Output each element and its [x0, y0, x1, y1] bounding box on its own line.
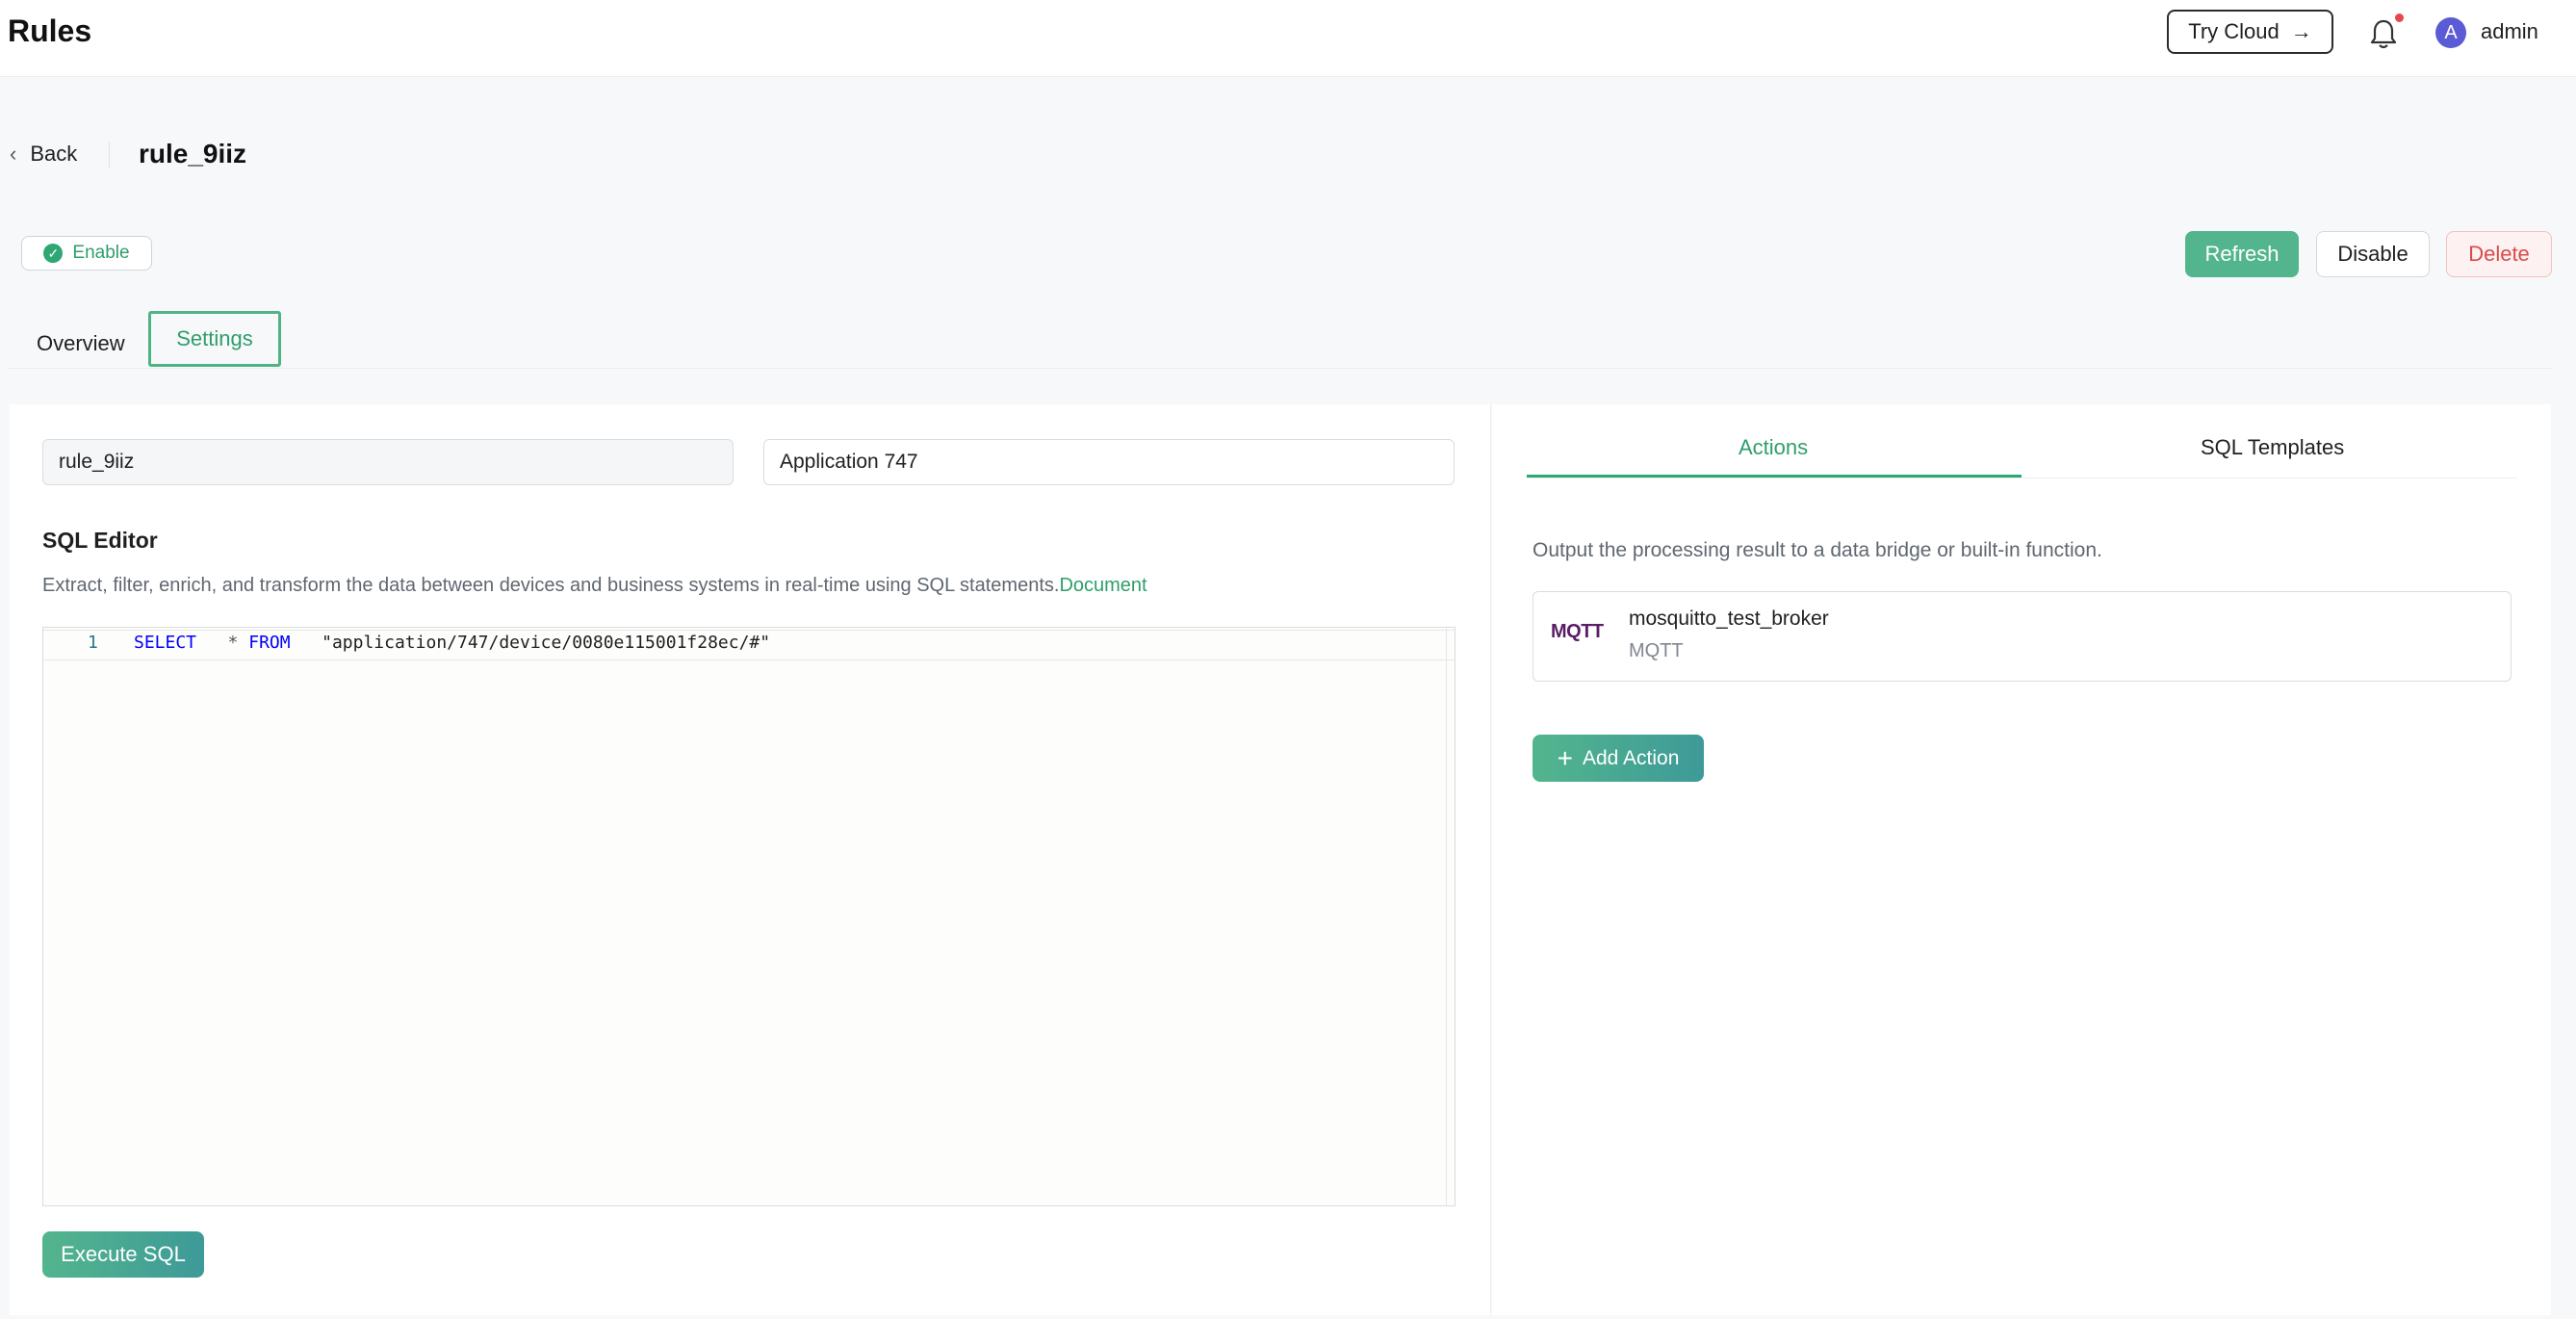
status-badge: ✓ Enable	[21, 236, 152, 271]
chevron-left-icon: ‹	[10, 142, 17, 166]
back-label: Back	[30, 142, 78, 166]
action-name: mosquitto_test_broker	[1629, 608, 1829, 630]
sql-star: *	[227, 633, 239, 653]
status-label: Enable	[72, 243, 130, 263]
username[interactable]: admin	[2481, 19, 2538, 44]
refresh-button[interactable]: Refresh	[2185, 231, 2299, 277]
output-description: Output the processing result to a data b…	[1533, 539, 2102, 561]
tab-actions[interactable]: Actions	[1739, 435, 1808, 460]
editor-scrollbar[interactable]	[1446, 628, 1447, 1205]
arrow-right-icon: →	[2290, 19, 2312, 43]
action-card[interactable]: MQTT mosquitto_test_broker MQTT	[1533, 591, 2512, 682]
bell-icon[interactable]	[2368, 17, 2399, 50]
sql-code-editor[interactable]: 1 SELECT * FROM "application/747/device/…	[42, 627, 1455, 1206]
back-link[interactable]: ‹ Back	[10, 142, 77, 167]
action-type: MQTT	[1629, 640, 1684, 661]
active-tab-indicator	[1527, 475, 2022, 478]
tab-settings[interactable]: Settings	[148, 311, 281, 367]
check-circle-icon: ✓	[43, 244, 64, 263]
try-cloud-label: Try Cloud	[2188, 19, 2280, 43]
sql-keyword-select: SELECT	[134, 633, 197, 653]
code-line[interactable]: SELECT * FROM "application/747/device/00…	[134, 633, 770, 653]
document-link[interactable]: Document	[1059, 575, 1146, 596]
notification-dot	[2395, 13, 2404, 22]
sql-keyword-from: FROM	[248, 633, 291, 653]
sql-editor-title: SQL Editor	[42, 528, 158, 553]
disable-button[interactable]: Disable	[2316, 231, 2430, 277]
try-cloud-button[interactable]: Try Cloud →	[2167, 10, 2333, 54]
plus-icon: +	[1557, 742, 1573, 773]
tab-divider	[8, 368, 2553, 369]
add-action-button[interactable]: + Add Action	[1533, 735, 1704, 782]
divider	[109, 142, 110, 168]
rule-title: rule_9iiz	[139, 139, 247, 168]
rule-name-input[interactable]: rule_9iiz	[42, 439, 734, 485]
add-action-label: Add Action	[1582, 746, 1680, 769]
delete-button[interactable]: Delete	[2446, 231, 2552, 277]
top-bar: Rules Try Cloud → A admin	[0, 0, 2576, 77]
sql-description-text: Extract, filter, enrich, and transform t…	[42, 575, 1060, 596]
sql-editor-description: Extract, filter, enrich, and transform t…	[42, 575, 1147, 597]
page-title: Rules	[8, 13, 92, 48]
avatar[interactable]: A	[2435, 17, 2466, 48]
execute-sql-button[interactable]: Execute SQL	[42, 1231, 204, 1278]
line-number: 1	[88, 633, 98, 653]
tab-overview[interactable]: Overview	[37, 331, 125, 356]
sql-topic: "application/747/device/0080e115001f28ec…	[322, 633, 771, 653]
mqtt-logo: MQTT	[1551, 621, 1604, 642]
rule-description-input[interactable]: Application 747	[763, 439, 1455, 485]
tab-sql-templates[interactable]: SQL Templates	[2201, 435, 2344, 460]
